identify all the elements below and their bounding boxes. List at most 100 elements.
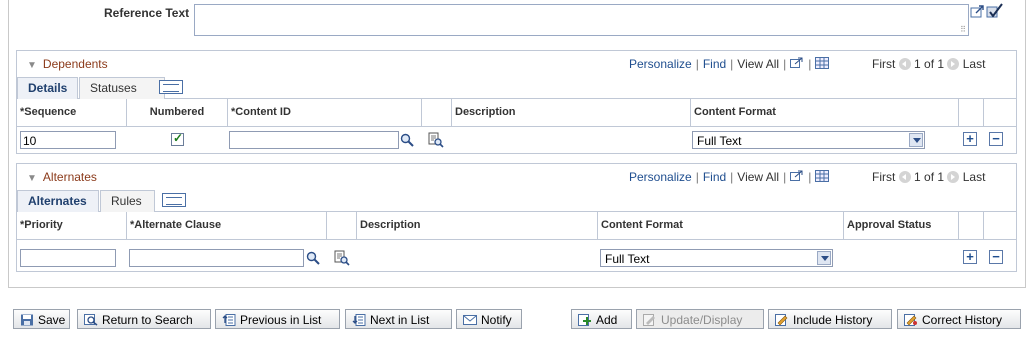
dependents-grid: ▼ Dependents Personalize | Find | View All | | … (16, 50, 1017, 154)
add-row-button[interactable]: + (963, 132, 977, 146)
lookup-icon[interactable] (306, 251, 320, 265)
col-blank (327, 212, 357, 240)
collapse-triangle-icon[interactable]: ▼ (27, 173, 37, 184)
save-label: Save (38, 313, 66, 327)
add-row-button[interactable]: + (963, 250, 977, 264)
previous-in-list-button[interactable]: Previous in List (215, 309, 340, 329)
tab-alternates[interactable]: Alternates (17, 190, 99, 213)
tab-details[interactable]: Details (17, 77, 78, 100)
col-delete (984, 212, 1016, 240)
notify-label: Notify (481, 313, 512, 327)
delete-row-button[interactable]: − (989, 250, 1003, 264)
reference-text-label: Reference Text (104, 6, 190, 20)
previous-row-icon[interactable] (898, 58, 911, 70)
first-label: First (872, 57, 896, 71)
alternates-header: ▼ Alternates Personalize | Find | View All | | … (17, 164, 1016, 190)
next-list-icon (352, 314, 366, 326)
dependents-nav: Personalize | Find | View All | | (629, 57, 830, 71)
spreadsheet-icon[interactable] (815, 57, 830, 69)
col-content-id: *Content ID (228, 99, 422, 127)
sequence-input[interactable]: 10 (20, 131, 116, 149)
content-format-select[interactable]: Full Text (600, 249, 833, 267)
content-lookup-icon[interactable] (428, 132, 444, 148)
col-alternate-clause: *Alternate Clause (127, 212, 327, 240)
view-all-link[interactable]: View All (737, 170, 779, 184)
notify-button[interactable]: Notify (456, 309, 522, 329)
content-format-value: Full Text (605, 252, 650, 266)
show-all-columns-icon[interactable] (162, 193, 186, 207)
col-add (959, 99, 984, 127)
personalize-link[interactable]: Personalize (629, 170, 692, 184)
add-button[interactable]: Add (571, 309, 632, 329)
col-priority: *Priority (17, 212, 127, 240)
next-in-list-button[interactable]: Next in List (345, 309, 452, 329)
dependents-header: ▼ Dependents Personalize | Find | View All | | … (17, 51, 1016, 77)
col-description: Description (357, 212, 598, 240)
add-label: Add (596, 313, 618, 327)
show-all-columns-icon[interactable] (159, 80, 183, 94)
update-display-button[interactable]: Update/Display (636, 309, 764, 329)
new-window-icon[interactable] (790, 57, 804, 69)
include-history-label: Include History (793, 313, 873, 327)
notify-icon (463, 315, 477, 325)
content-id-input[interactable] (229, 131, 399, 149)
row-count: 1 of 1 (914, 170, 945, 184)
save-button[interactable]: Save (13, 309, 70, 329)
previous-in-list-label: Previous in List (240, 313, 322, 327)
spreadsheet-icon[interactable] (815, 170, 830, 182)
tab-statuses[interactable]: Statuses (79, 77, 165, 99)
priority-input[interactable] (20, 249, 116, 267)
last-label: Last (962, 57, 986, 71)
lookup-icon[interactable] (400, 133, 414, 147)
dependents-title[interactable]: ▼ Dependents (27, 57, 108, 71)
row-count: 1 of 1 (914, 57, 945, 71)
content-format-value: Full Text (697, 134, 742, 148)
col-blank (422, 99, 452, 127)
find-link[interactable]: Find (703, 170, 726, 184)
next-row-icon[interactable] (947, 171, 960, 183)
content-lookup-icon[interactable] (334, 250, 350, 266)
find-link[interactable]: Find (703, 57, 726, 71)
collapse-triangle-icon[interactable]: ▼ (27, 60, 37, 71)
dependents-pager: First 1 of 1 Last (872, 57, 985, 71)
correct-history-label: Correct History (922, 313, 1003, 327)
resize-grip-icon[interactable]: ⠿ (960, 25, 966, 34)
alternates-pager: First 1 of 1 Last (872, 170, 985, 184)
numbered-checkbox[interactable] (171, 131, 184, 146)
update-display-label: Update/Display (661, 313, 743, 327)
col-content-format: Content Format (598, 212, 844, 240)
next-row-icon[interactable] (947, 58, 960, 70)
col-numbered: Numbered (127, 99, 228, 127)
return-to-search-button[interactable]: Return to Search (77, 309, 211, 329)
view-all-link[interactable]: View All (737, 57, 779, 71)
delete-row-button[interactable]: − (989, 132, 1003, 146)
correct-history-icon (904, 314, 917, 326)
add-icon (578, 314, 591, 326)
include-history-icon (775, 314, 788, 326)
first-label: First (872, 170, 896, 184)
tab-rules[interactable]: Rules (100, 190, 155, 212)
chevron-down-icon[interactable] (817, 251, 831, 265)
col-content-format: Content Format (691, 99, 959, 127)
col-sequence: *Sequence (17, 99, 127, 127)
alternates-tabs: Alternates Rules (17, 190, 1016, 213)
alternates-grid: ▼ Alternates Personalize | Find | View All | | … (16, 163, 1017, 272)
previous-row-icon[interactable] (898, 171, 911, 183)
dependents-title-text: Dependents (42, 57, 108, 71)
next-in-list-label: Next in List (370, 313, 430, 327)
new-window-icon[interactable] (790, 170, 804, 182)
personalize-link[interactable]: Personalize (629, 57, 692, 71)
chevron-down-icon[interactable] (909, 133, 923, 147)
reference-text-field[interactable]: ⠿ (194, 4, 969, 36)
include-history-button[interactable]: Include History (768, 309, 892, 329)
spellcheck-icon[interactable] (986, 3, 1004, 19)
expand-icon[interactable] (970, 5, 986, 19)
alternate-clause-input[interactable] (129, 249, 304, 267)
dependents-tabs: Details Statuses (17, 77, 1016, 100)
return-search-icon (84, 314, 98, 326)
correct-history-button[interactable]: Correct History (897, 309, 1021, 329)
col-delete (984, 99, 1016, 127)
col-add (959, 212, 984, 240)
alternates-title[interactable]: ▼ Alternates (27, 170, 97, 184)
content-format-select[interactable]: Full Text (692, 131, 925, 149)
